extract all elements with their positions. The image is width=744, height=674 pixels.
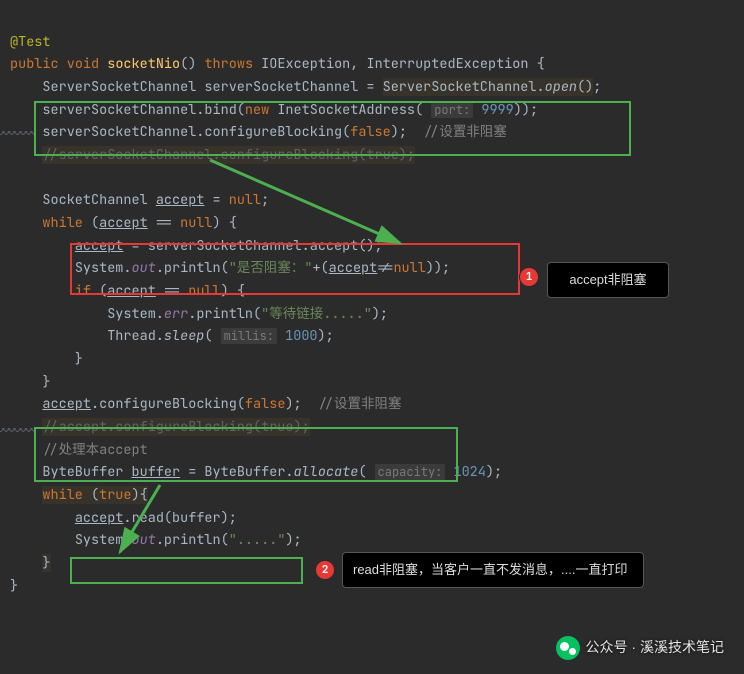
commented-line-1: //serverSocketChannel.configureBlocking(…	[42, 146, 415, 164]
kw-while-1: while	[42, 214, 83, 232]
badge-2: 2	[316, 561, 334, 579]
gutter-fold-2	[0, 428, 35, 432]
var-accept-2: accept	[75, 237, 124, 255]
var-accept-3: accept	[329, 259, 378, 277]
line4-pref: serverSocketChannel.bind(	[42, 101, 245, 119]
var-accept-4: accept	[107, 282, 156, 300]
str-wait: "等待链接....."	[261, 305, 372, 323]
line3-class: ServerSocketChannel	[383, 78, 537, 96]
line4-type: InetSocketAddress	[277, 101, 415, 119]
comment-nonblock-1: //设置非阻塞	[423, 123, 507, 141]
method-allocate: allocate	[294, 463, 359, 481]
var-accept-decl: accept	[156, 191, 205, 209]
line13-pref: System.	[107, 305, 164, 323]
field-err: err	[164, 305, 188, 323]
line8-decl: SocketChannel	[42, 191, 155, 209]
tooltip-accept: accept非阻塞	[547, 262, 669, 298]
line3-open: open	[545, 78, 577, 96]
kw-true: true	[99, 486, 131, 504]
num-1000: 1000	[285, 327, 317, 345]
comment-handle: //处理本accept	[42, 441, 147, 459]
field-out-2: out	[132, 531, 156, 549]
kw-void: void	[67, 55, 99, 73]
kw-new: new	[245, 101, 269, 119]
watermark-text: 公众号 · 溪溪技术笔记	[586, 636, 724, 660]
var-accept-6: accept	[75, 509, 124, 527]
commented-line-2: //accept.configureBlocking(true);	[42, 418, 309, 436]
kw-false-1: false	[350, 123, 391, 141]
kw-null-3: null	[393, 259, 425, 277]
comment-nonblock-2: //设置非阻塞	[318, 395, 402, 413]
line20-pref: ByteBuffer	[42, 463, 131, 481]
kw-if: if	[75, 282, 91, 300]
tooltip-read: read非阻塞，当客户一直不发消息，....一直打印	[342, 552, 644, 588]
str-isblock: "是否阻塞："	[229, 259, 313, 277]
line3-lhs: ServerSocketChannel serverSocketChannel …	[42, 78, 382, 96]
gutter-fold-1	[0, 131, 35, 135]
ex2: InterruptedException	[366, 55, 528, 73]
num-1024: 1024	[453, 463, 485, 481]
hint-port: port:	[431, 102, 473, 118]
badge-1: 1	[520, 268, 538, 286]
kw-public: public	[10, 55, 59, 73]
kw-false-2: false	[245, 395, 286, 413]
line23-pref: System.	[75, 531, 132, 549]
var-accept-1: accept	[99, 214, 148, 232]
watermark: 公众号 · 溪溪技术笔记	[556, 636, 724, 660]
kw-null-2: null	[180, 214, 212, 232]
kw-throws: throws	[204, 55, 253, 73]
ex1: IOException	[261, 55, 350, 73]
field-out-1: out	[132, 259, 156, 277]
str-dots: "....."	[229, 531, 286, 549]
code-editor: @Test public void socketNio() throws IOE…	[0, 0, 744, 605]
wechat-icon	[556, 636, 580, 660]
line10-rest: = serverSocketChannel.accept();	[123, 237, 382, 255]
num-9999: 9999	[481, 101, 513, 119]
hint-millis: millis:	[221, 328, 277, 344]
kw-null-1: null	[229, 191, 261, 209]
var-buffer: buffer	[132, 463, 181, 481]
method-name: socketNio	[107, 55, 180, 73]
hint-capacity: capacity:	[375, 464, 446, 480]
annotation-test: @Test	[10, 33, 51, 51]
var-accept-5: accept	[42, 395, 91, 413]
method-sleep: sleep	[164, 327, 205, 345]
line14-pref: Thread.	[107, 327, 164, 345]
kw-null-4: null	[188, 282, 220, 300]
kw-while-2: while	[42, 486, 83, 504]
line11-pref: System.	[75, 259, 132, 277]
line22-read: .read(buffer);	[123, 509, 236, 527]
line5-pref: serverSocketChannel.configureBlocking(	[42, 123, 350, 141]
